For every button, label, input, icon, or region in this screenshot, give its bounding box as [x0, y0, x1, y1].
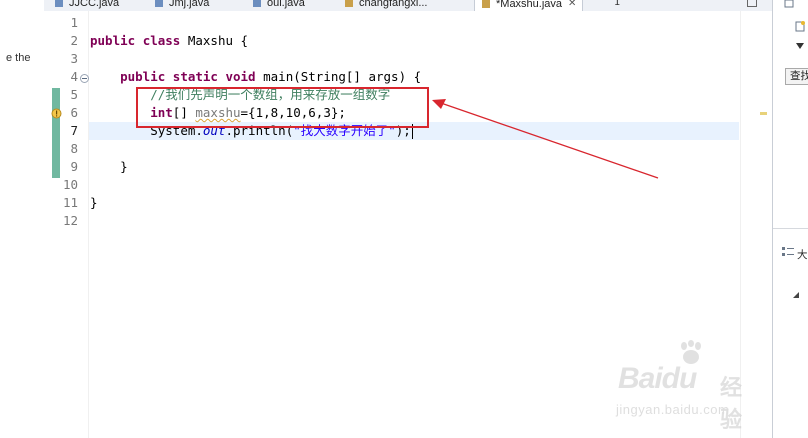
code-text: main(String[] args) {: [255, 69, 422, 84]
baidu-jingyan-watermark: Baidu 经验 jingyan.baidu.com: [612, 340, 762, 433]
outline-view-label[interactable]: 大: [797, 247, 808, 262]
chevron-down-icon[interactable]: [795, 42, 805, 50]
watermark-brand: Baidu: [618, 362, 697, 395]
keyword: void: [225, 69, 256, 84]
expand-arrow-icon[interactable]: [792, 291, 800, 299]
left-panel-text: e the: [6, 52, 31, 64]
java-file-icon: [55, 0, 63, 7]
tab-overflow-count[interactable]: 1: [614, 0, 620, 8]
code-text: }: [90, 195, 98, 210]
keyword: static: [172, 69, 218, 84]
line-number: 2: [70, 33, 78, 48]
outline-icon: [782, 247, 794, 256]
line-number: 11: [62, 195, 78, 210]
code-line-4: public static void main(String[] args) {: [90, 68, 421, 86]
maximize-icon[interactable]: [747, 0, 757, 7]
new-task-icon[interactable]: [794, 20, 806, 32]
quick-diff-marker: [52, 88, 60, 178]
code-line-9: }: [90, 158, 128, 176]
line-number: 12: [62, 213, 78, 228]
keyword: public: [90, 33, 136, 48]
line-number: 7: [70, 123, 78, 138]
line-number: 6: [70, 105, 78, 120]
fold-toggle-icon[interactable]: [80, 74, 89, 83]
left-panel: e the: [0, 0, 45, 438]
java-file-icon: [253, 0, 261, 7]
right-side-panel: 查找 大: [772, 0, 808, 438]
task-list-icon[interactable]: [784, 0, 794, 9]
overview-warning-marker[interactable]: [760, 112, 767, 115]
code-line-2: public class Maxshu {: [90, 32, 248, 50]
java-file-icon: [482, 0, 490, 8]
tab-changfangxi[interactable]: changfangxi...: [344, 0, 428, 11]
tab-jjcc[interactable]: JJCC.java: [54, 0, 119, 11]
line-number: 5: [70, 87, 78, 102]
keyword: class: [142, 33, 181, 48]
code-text: Maxshu {: [180, 33, 249, 48]
line-number: 10: [62, 177, 78, 192]
watermark-url: jingyan.baidu.com: [616, 402, 730, 417]
tab-jmj[interactable]: Jmj.java: [154, 0, 209, 11]
close-icon[interactable]: ✕: [568, 0, 576, 9]
code-text: }: [120, 159, 128, 174]
line-number: 9: [70, 159, 78, 174]
code-line-11: }: [90, 194, 98, 212]
highlight-box: [136, 87, 429, 128]
tab-label: *Maxshu.java: [496, 0, 563, 10]
java-file-icon: [345, 0, 353, 7]
panel-divider: [773, 228, 808, 229]
java-file-icon: [155, 0, 163, 7]
line-number: 4: [70, 69, 78, 84]
tab-label: changfangxi...: [359, 0, 428, 9]
keyword: public: [120, 69, 166, 84]
line-number: 3: [70, 51, 78, 66]
tab-label: oui.java: [267, 0, 305, 9]
find-button[interactable]: 查找: [785, 68, 808, 85]
tab-label: Jmj.java: [169, 0, 210, 9]
tab-label: JJCC.java: [69, 0, 120, 9]
line-number: 8: [70, 141, 78, 156]
line-number: 1: [70, 15, 78, 30]
tab-oui[interactable]: oui.java: [252, 0, 305, 11]
